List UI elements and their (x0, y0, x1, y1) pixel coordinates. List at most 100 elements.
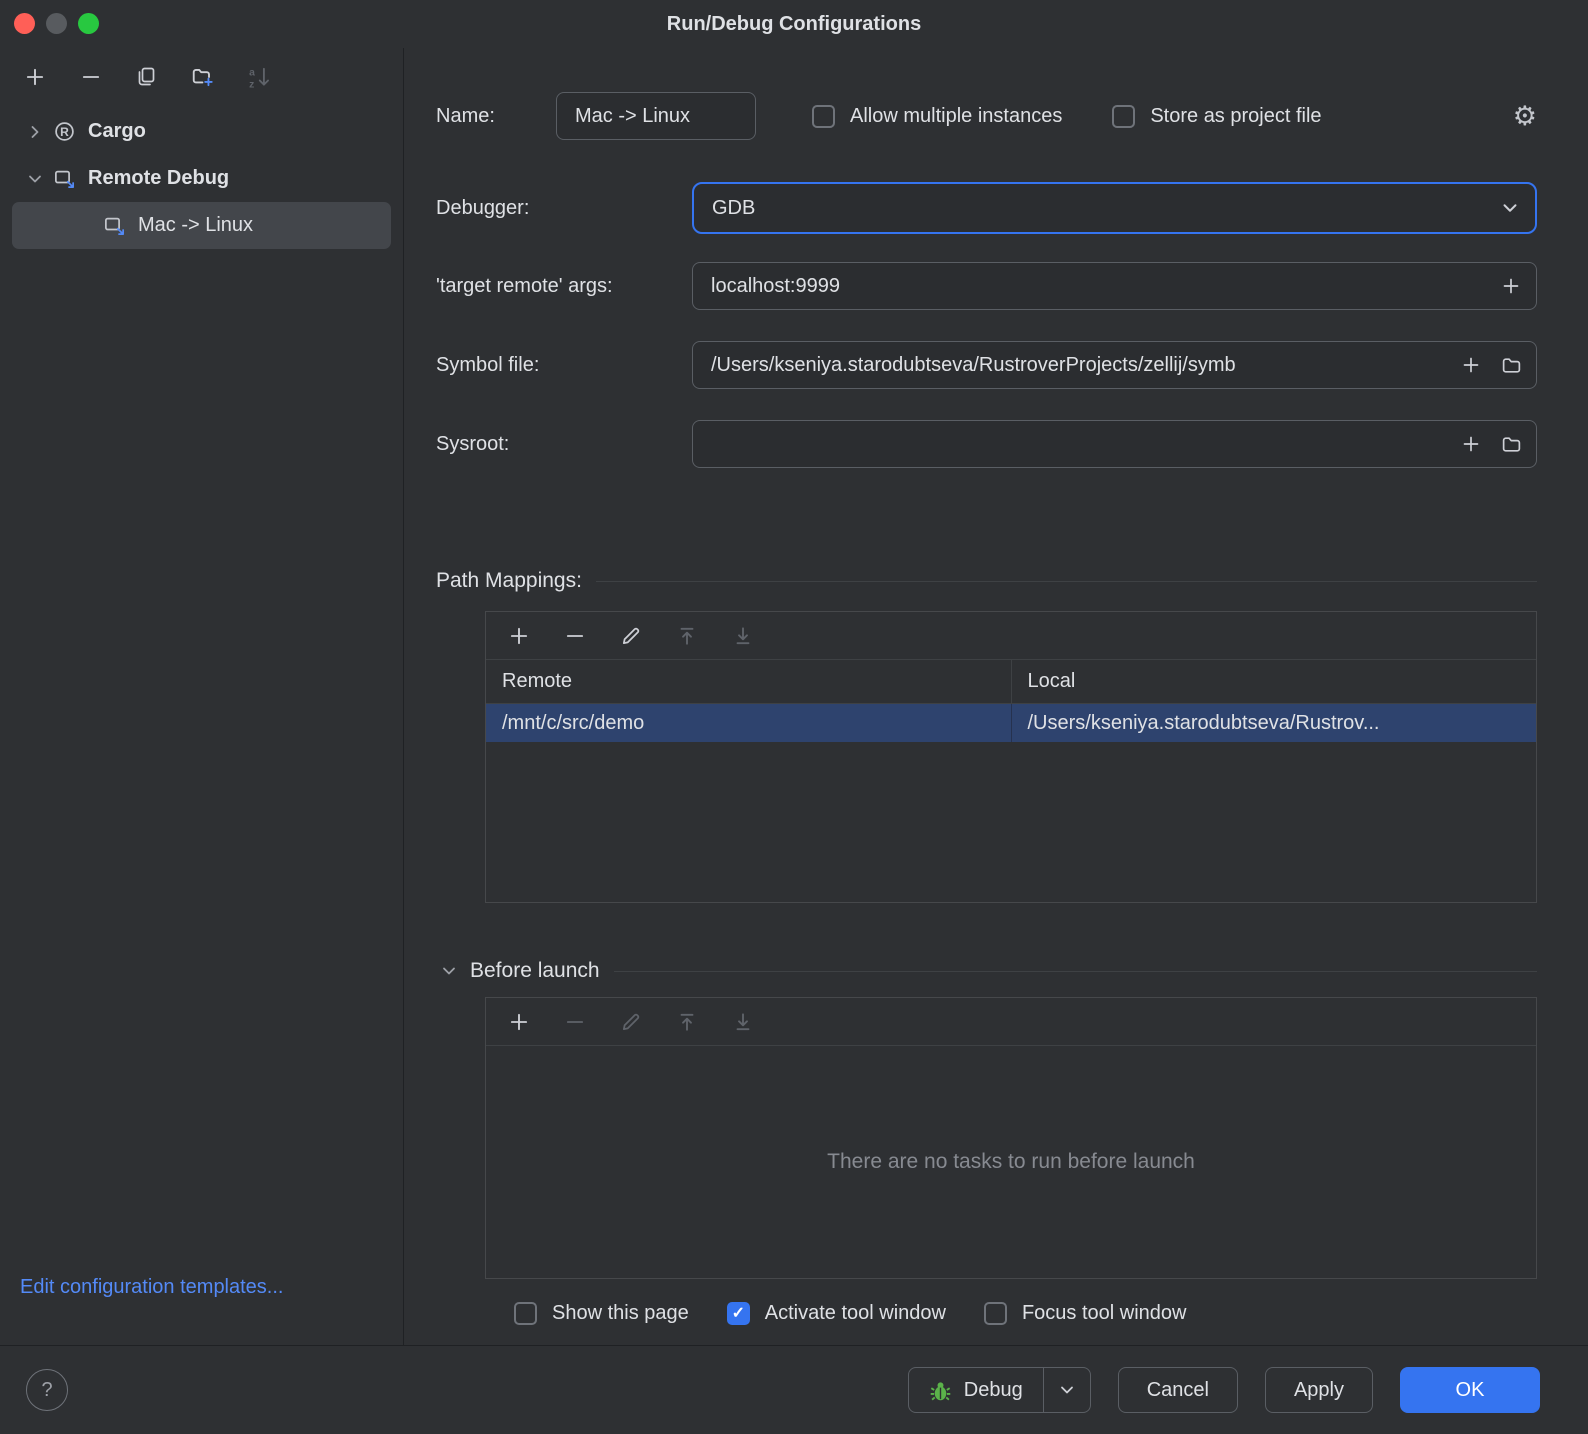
help-button[interactable]: ? (26, 1369, 68, 1411)
remove-configuration-icon[interactable] (78, 64, 104, 90)
before-launch-toolbar (486, 998, 1536, 1046)
debug-button[interactable]: Debug (909, 1368, 1043, 1412)
add-configuration-icon[interactable] (22, 64, 48, 90)
path-mappings-title: Path Mappings: (436, 569, 582, 592)
remote-debug-icon (100, 214, 128, 237)
sysroot-label: Sysroot: (436, 432, 510, 455)
close-window-button[interactable] (14, 13, 35, 34)
copy-configuration-icon[interactable] (134, 64, 160, 90)
tree-item-label: Cargo (88, 120, 146, 142)
chevron-down-icon (1499, 197, 1521, 219)
debug-button-label: Debug (963, 1378, 1023, 1401)
allow-multiple-instances-checkbox[interactable]: Allow multiple instances (812, 104, 1063, 128)
checkbox-label: Focus tool window (1021, 1301, 1187, 1324)
show-this-page-checkbox[interactable]: Show this page (514, 1301, 689, 1325)
chevron-down-icon[interactable] (20, 167, 50, 191)
run-debug-configurations-dialog: Run/Debug Configurations Cargo Remote De… (0, 0, 1588, 1434)
new-folder-icon[interactable] (190, 64, 216, 90)
store-as-project-file-checkbox[interactable]: Store as project file (1112, 104, 1322, 128)
debugger-label: Debugger: (436, 196, 530, 219)
browse-folder-icon[interactable] (1500, 433, 1522, 455)
remote-debug-icon (50, 167, 78, 190)
tree-item-remote-debug[interactable]: Remote Debug (12, 155, 391, 202)
mapping-local-cell[interactable]: /Users/kseniya.starodubtseva/Rustrov... (1010, 704, 1537, 742)
expand-macro-icon[interactable] (1500, 275, 1522, 297)
move-down-icon[interactable] (730, 623, 756, 649)
debugger-select[interactable]: GDB (692, 182, 1537, 234)
add-task-icon[interactable] (506, 1009, 532, 1035)
debugger-value: GDB (712, 196, 756, 219)
tree-item-mac-linux[interactable]: Mac -> Linux (12, 202, 391, 249)
add-mapping-icon[interactable] (506, 623, 532, 649)
cancel-button[interactable]: Cancel (1117, 1367, 1238, 1413)
name-row: Name: Mac -> Linux Allow multiple instan… (436, 92, 1537, 140)
move-up-icon[interactable] (674, 1009, 700, 1035)
target-remote-args-input[interactable]: localhost:9999 (692, 262, 1537, 310)
move-down-icon[interactable] (730, 1009, 756, 1035)
browse-folder-icon[interactable] (1500, 354, 1522, 376)
zoom-window-button[interactable] (78, 13, 99, 34)
help-icon: ? (41, 1378, 53, 1401)
separator-line (595, 580, 1537, 582)
minimize-window-button[interactable] (46, 13, 67, 34)
ok-button[interactable]: OK (1400, 1367, 1540, 1413)
cargo-icon (50, 120, 78, 143)
target-remote-args-value: localhost:9999 (711, 274, 840, 297)
chevron-right-icon[interactable] (20, 120, 50, 144)
checkbox-label: Show this page (552, 1301, 689, 1324)
configuration-form: Name: Mac -> Linux Allow multiple instan… (404, 48, 1588, 1345)
sort-alphabetically-icon[interactable] (246, 64, 272, 90)
checkbox-box[interactable] (983, 1301, 1007, 1325)
path-mappings-table: Remote Local /mnt/c/src/demo /Users/ksen… (485, 611, 1537, 903)
symbol-file-value: /Users/kseniya.starodubtseva/RustroverPr… (711, 353, 1236, 376)
remove-mapping-icon[interactable] (562, 623, 588, 649)
field-actions (1460, 354, 1522, 376)
expand-macro-icon[interactable] (1460, 354, 1482, 376)
symbol-file-label: Symbol file: (436, 353, 540, 376)
apply-button[interactable]: Apply (1264, 1367, 1373, 1413)
target-remote-args-label: 'target remote' args: (436, 274, 613, 297)
edit-configuration-templates-link[interactable]: Edit configuration templates... (20, 1276, 283, 1298)
table-empty-area (486, 742, 1536, 902)
activate-tool-window-checkbox[interactable]: Activate tool window (726, 1301, 946, 1325)
symbol-file-input[interactable]: /Users/kseniya.starodubtseva/RustroverPr… (692, 341, 1537, 389)
table-row[interactable]: /mnt/c/src/demo /Users/kseniya.starodubt… (486, 704, 1536, 742)
field-actions (1460, 433, 1522, 455)
field-actions (1500, 275, 1522, 297)
debug-options-dropdown[interactable] (1044, 1368, 1090, 1412)
checkbox-box[interactable] (726, 1301, 750, 1325)
mapping-remote-cell[interactable]: /mnt/c/src/demo (486, 704, 1011, 742)
configurations-tree: Cargo Remote Debug Mac -> Linux (0, 106, 403, 251)
configurations-sidebar: Cargo Remote Debug Mac -> Linux Edit con… (0, 48, 404, 1345)
debugger-row: Debugger: GDB (436, 182, 1537, 234)
sysroot-input[interactable] (692, 420, 1537, 468)
chevron-down-icon[interactable] (436, 961, 462, 981)
gear-icon[interactable]: ⚙ (1513, 102, 1537, 130)
expand-macro-icon[interactable] (1460, 433, 1482, 455)
checkbox-label: Store as project file (1150, 104, 1322, 127)
column-header-local[interactable]: Local (1010, 660, 1537, 703)
checkbox-box[interactable] (1112, 104, 1136, 128)
footer-options: Show this page Activate tool window Focu… (514, 1295, 1537, 1331)
name-value: Mac -> Linux (575, 104, 691, 127)
tree-item-cargo[interactable]: Cargo (12, 108, 391, 155)
remove-task-icon[interactable] (562, 1009, 588, 1035)
titlebar: Run/Debug Configurations (0, 0, 1588, 48)
column-header-remote[interactable]: Remote (486, 660, 1011, 703)
before-launch-panel: There are no tasks to run before launch (485, 997, 1537, 1279)
edit-task-icon[interactable] (618, 1009, 644, 1035)
dialog-title: Run/Debug Configurations (666, 12, 922, 35)
focus-tool-window-checkbox[interactable]: Focus tool window (983, 1301, 1187, 1325)
checkbox-box[interactable] (514, 1301, 537, 1325)
window-controls (14, 13, 99, 34)
name-input[interactable]: Mac -> Linux (556, 92, 756, 140)
move-up-icon[interactable] (674, 623, 700, 649)
before-launch-empty-area: There are no tasks to run before launch (486, 1046, 1536, 1278)
separator-line (613, 970, 1537, 972)
target-remote-args-row: 'target remote' args: localhost:9999 (436, 262, 1537, 310)
edit-mapping-icon[interactable] (618, 623, 644, 649)
dialog-footer: ? Debug Cancel Apply OK (0, 1345, 1588, 1434)
before-launch-header[interactable]: Before launch (436, 959, 1537, 983)
checkbox-label: Allow multiple instances (850, 104, 1063, 127)
checkbox-box[interactable] (812, 104, 835, 128)
